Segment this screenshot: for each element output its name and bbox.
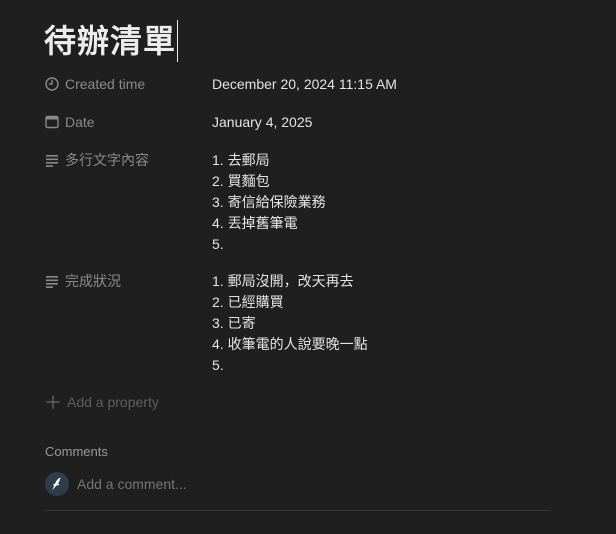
add-property-label: Add a property — [67, 394, 159, 410]
avatar-logo-icon — [52, 477, 61, 491]
property-label-created-time[interactable]: Created time — [44, 74, 212, 94]
list-item: 2. 買麵包 — [212, 173, 270, 189]
calendar-icon — [44, 114, 60, 130]
property-row-created-time: Created time December 20, 2024 11:15 AM — [44, 74, 397, 94]
property-label-multiline-text[interactable]: 多行文字內容 — [44, 150, 212, 170]
list-item: 4. 丟掉舊筆電 — [212, 215, 298, 231]
comment-composer — [45, 472, 377, 496]
property-value-completion-status[interactable]: 1. 郵局沒開，改天再去 2. 已經購買 3. 已寄 4. 收筆電的人說要晚一點… — [212, 271, 368, 376]
property-row-multiline-text: 多行文字內容 1. 去郵局 2. 買麵包 3. 寄信給保險業務 4. 丟掉舊筆電… — [44, 150, 326, 255]
property-label-text: 多行文字內容 — [65, 152, 149, 168]
text-caret — [177, 20, 179, 62]
list-item: 1. 郵局沒開，改天再去 — [212, 273, 354, 289]
avatar — [45, 472, 69, 496]
page-title[interactable]: 待辦清單 — [44, 18, 176, 64]
property-label-text: Date — [65, 114, 95, 130]
add-property-button[interactable]: Add a property — [45, 392, 159, 412]
property-row-date: Date January 4, 2025 — [44, 112, 312, 132]
list-item: 1. 去郵局 — [212, 152, 270, 168]
page-view: 待辦清單 Created time December 20, 2024 11:1… — [0, 0, 616, 534]
text-lines-icon — [44, 273, 60, 289]
property-label-text: 完成狀況 — [65, 273, 121, 289]
clock-icon — [44, 76, 60, 92]
comment-input[interactable] — [77, 476, 377, 492]
text-lines-icon — [44, 152, 60, 168]
list-item: 5. — [212, 357, 224, 373]
property-row-completion-status: 完成狀況 1. 郵局沒開，改天再去 2. 已經購買 3. 已寄 4. 收筆電的人… — [44, 271, 368, 376]
property-value-multiline-text[interactable]: 1. 去郵局 2. 買麵包 3. 寄信給保險業務 4. 丟掉舊筆電 5. — [212, 150, 326, 255]
list-item: 4. 收筆電的人說要晚一點 — [212, 336, 368, 352]
plus-icon — [46, 395, 60, 409]
property-value-date[interactable]: January 4, 2025 — [212, 112, 312, 132]
property-label-text: Created time — [65, 76, 146, 92]
list-item: 2. 已經購買 — [212, 294, 284, 310]
page-title-container[interactable]: 待辦清單 — [44, 18, 179, 64]
list-item: 5. — [212, 236, 224, 252]
list-item: 3. 已寄 — [212, 315, 256, 331]
property-label-completion-status[interactable]: 完成狀況 — [44, 271, 212, 291]
property-value-created-time[interactable]: December 20, 2024 11:15 AM — [212, 74, 397, 94]
comments-heading: Comments — [45, 444, 108, 459]
property-label-date[interactable]: Date — [44, 112, 212, 132]
divider — [45, 510, 550, 511]
list-item: 3. 寄信給保險業務 — [212, 194, 326, 210]
